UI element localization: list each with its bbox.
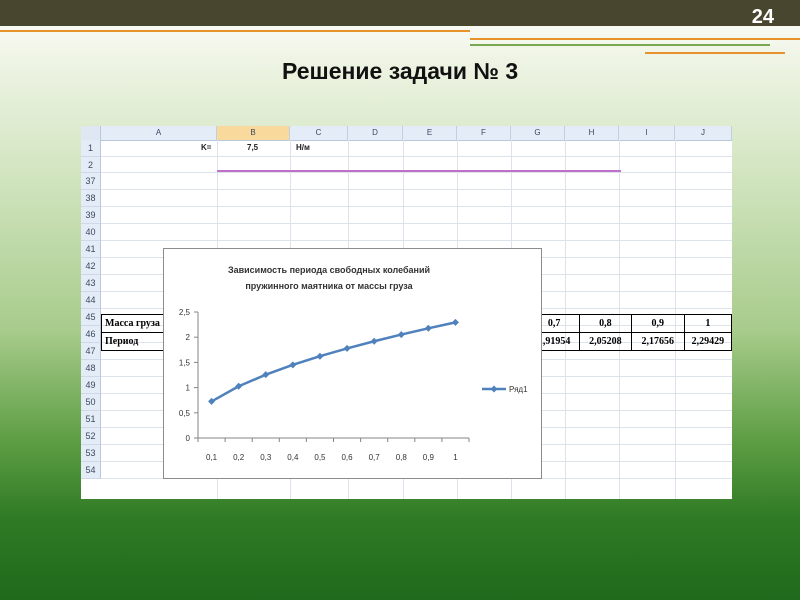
x-tick-label: 0,1 [206,453,218,462]
x-tick-label: 0,9 [423,453,435,462]
column-header[interactable]: A [101,126,217,140]
column-header[interactable]: D [348,126,403,140]
data-point [424,324,432,332]
legend-label: Ряд1 [509,385,528,394]
x-tick-label: 0,5 [314,453,326,462]
y-tick-label: 1,5 [179,358,191,367]
data-point [343,344,351,352]
accent-line [470,44,770,46]
accent-line [470,38,800,40]
row-header[interactable]: 52 [81,428,101,445]
data-point [451,318,459,326]
row-header[interactable]: 49 [81,377,101,394]
gridline [101,156,732,157]
data-point [262,371,270,379]
row-header[interactable]: 44 [81,292,101,309]
select-all-corner[interactable] [81,126,101,140]
x-tick-label: 0,3 [260,453,272,462]
table-cell[interactable]: 2,05208 [578,332,632,351]
gridline [101,223,732,224]
slide-title: Решение задачи № 3 [282,58,519,84]
row-header[interactable]: 45 [81,309,101,326]
y-tick-label: 0 [186,434,191,443]
column-header[interactable]: C [290,126,348,140]
legend-marker [490,385,498,393]
column-header[interactable]: F [457,126,511,140]
row-header[interactable]: 47 [81,343,101,360]
x-tick-label: 0,4 [287,453,299,462]
x-tick-label: 0,6 [341,453,353,462]
row-header[interactable]: 48 [81,360,101,377]
row-header[interactable]: 2 [81,157,101,173]
series-line [210,321,456,403]
row-header[interactable]: 54 [81,462,101,479]
row-header[interactable]: 1 [81,140,101,157]
chart-title-line: пружинного маятника от массы груза [245,281,413,291]
slide-top-bar [0,0,800,26]
table-cell[interactable]: 2,29429 [683,332,732,351]
column-header[interactable]: I [619,126,675,140]
gridline [101,206,732,207]
highlight-underline [217,170,621,172]
data-point [316,352,324,360]
x-tick-label: 0,8 [396,453,408,462]
x-tick-label: 0,7 [369,453,381,462]
y-tick-label: 1 [186,384,191,393]
row-header[interactable]: 39 [81,207,101,224]
row-header[interactable]: 43 [81,275,101,292]
row-header[interactable]: 46 [81,326,101,343]
table-cell[interactable]: 0,9 [630,314,685,333]
row-header[interactable]: 38 [81,190,101,207]
unit-cell[interactable]: Н/м [296,143,310,152]
line-chart: Зависимость периода свободных колебаний … [179,265,528,462]
x-tick-label: 0,2 [233,453,245,462]
data-point [370,337,378,345]
data-point [289,361,297,369]
k-value-cell[interactable]: 7,5 [247,143,258,152]
chart-area[interactable]: Зависимость периода свободных колебаний … [163,248,542,479]
column-header[interactable]: E [403,126,457,140]
y-tick-label: 0,5 [179,409,191,418]
data-point [397,331,405,339]
row-header[interactable]: 37 [81,173,101,190]
y-tick-label: 2,5 [179,308,191,317]
table-cell[interactable]: 2,17656 [630,332,685,351]
y-tick-label: 2 [186,333,191,342]
row-header[interactable]: 51 [81,411,101,428]
column-header[interactable]: H [565,126,619,140]
slide-number: 24 [751,6,774,28]
gridline [101,189,732,190]
row-header[interactable]: 41 [81,241,101,258]
x-tick-label: 1 [453,453,458,462]
k-label-cell[interactable]: K= [201,143,211,152]
accent-line [0,30,470,32]
table-cell[interactable]: 0,8 [578,314,632,333]
row-header[interactable]: 50 [81,394,101,411]
table-cell[interactable]: 1 [683,314,732,333]
chart-title-line: Зависимость периода свободных колебаний [228,265,430,275]
column-header[interactable]: B [217,126,290,140]
row-header[interactable]: 53 [81,445,101,462]
gridline [101,240,732,241]
accent-line [645,52,785,54]
row-header[interactable]: 40 [81,224,101,241]
column-header-bar: A B C D E F G H I J [81,126,732,141]
row-header[interactable]: 42 [81,258,101,275]
column-header[interactable]: J [675,126,732,140]
gridline [101,172,732,173]
column-header[interactable]: G [511,126,565,140]
